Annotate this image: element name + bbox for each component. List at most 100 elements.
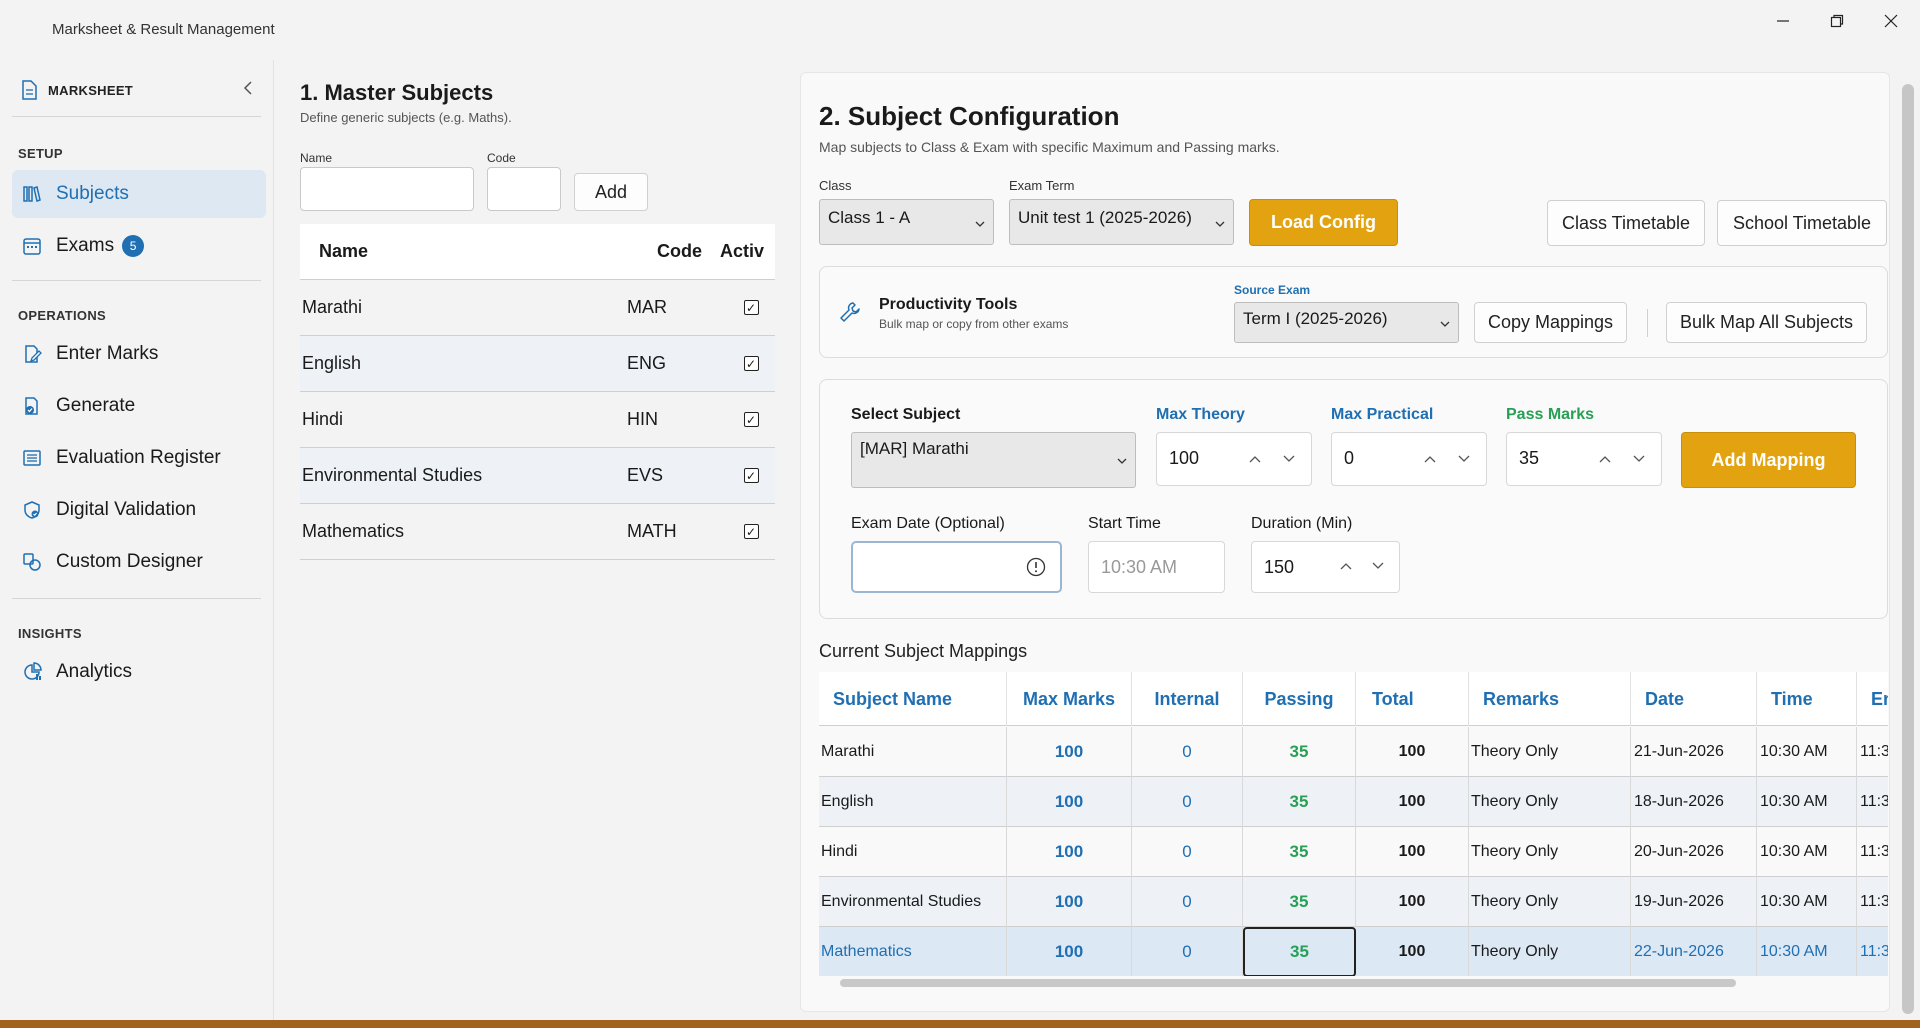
- pass-marks-input[interactable]: 35: [1506, 432, 1662, 486]
- load-config-button[interactable]: Load Config: [1249, 199, 1398, 246]
- cell-max-marks[interactable]: 100: [1007, 777, 1132, 827]
- master-subjects-title: 1. Master Subjects: [300, 80, 494, 105]
- select-subject-value: [MAR] Marathi: [860, 439, 969, 458]
- shield-check-icon: [22, 500, 42, 520]
- table-row[interactable]: Marathi 100 0 35 100 Theory Only 21-Jun-…: [819, 727, 1888, 777]
- cell-max-marks[interactable]: 100: [1007, 727, 1132, 777]
- active-checkbox[interactable]: ✓: [743, 468, 759, 483]
- subject-code-input[interactable]: [487, 167, 561, 211]
- start-time-input[interactable]: 10:30 AM: [1088, 541, 1225, 593]
- max-theory-input[interactable]: 100: [1156, 432, 1312, 486]
- minimize-button[interactable]: [1760, 6, 1806, 36]
- table-row[interactable]: English ENG ✓: [300, 336, 775, 392]
- divider: [12, 598, 261, 599]
- exam-date-input[interactable]: [851, 541, 1062, 593]
- sidebar-item-label: Evaluation Register: [56, 447, 221, 468]
- cell-time: 10:30 AM: [1757, 777, 1857, 827]
- cell-passing[interactable]: 35: [1243, 927, 1356, 976]
- sidebar-item-generate[interactable]: Generate: [12, 382, 266, 430]
- cell-internal[interactable]: 0: [1132, 727, 1243, 777]
- exam-term-select[interactable]: Unit test 1 (2025-2026): [1009, 199, 1234, 245]
- source-exam-select[interactable]: Term I (2025-2026): [1234, 302, 1459, 343]
- class-timetable-button[interactable]: Class Timetable: [1547, 200, 1705, 246]
- subject-name: English: [302, 353, 362, 373]
- subject-name: Marathi: [302, 297, 363, 317]
- chevron-up-icon[interactable]: [1340, 562, 1352, 570]
- section-insights: INSIGHTS: [18, 626, 82, 641]
- sidebar-item-digital-validation[interactable]: Digital Validation: [12, 486, 266, 534]
- column-date[interactable]: Date: [1631, 672, 1757, 726]
- column-subject-name[interactable]: Subject Name: [819, 672, 1007, 726]
- cell-max-marks[interactable]: 100: [1007, 827, 1132, 877]
- chevron-down-icon[interactable]: [1283, 455, 1295, 463]
- class-select[interactable]: Class 1 - A: [819, 199, 994, 245]
- tools-subtitle: Bulk map or copy from other exams: [879, 317, 1069, 331]
- cell-passing[interactable]: 35: [1243, 777, 1356, 827]
- cell-internal[interactable]: 0: [1132, 827, 1243, 877]
- cell-internal[interactable]: 0: [1132, 927, 1243, 976]
- horizontal-scrollbar[interactable]: [840, 979, 1736, 987]
- chevron-down-icon: [1440, 321, 1450, 327]
- table-row[interactable]: Environmental Studies EVS ✓: [300, 448, 775, 504]
- cell-passing[interactable]: 35: [1243, 827, 1356, 877]
- column-internal[interactable]: Internal: [1132, 672, 1243, 726]
- chevron-down-icon[interactable]: [1458, 455, 1470, 463]
- add-subject-button[interactable]: Add: [574, 173, 648, 211]
- cell-subject: Hindi: [819, 827, 1007, 877]
- table-row-selected[interactable]: Mathematics 100 0 35 100 Theory Only 22-…: [819, 927, 1888, 976]
- add-mapping-button[interactable]: Add Mapping: [1681, 432, 1856, 488]
- cell-internal[interactable]: 0: [1132, 777, 1243, 827]
- chevron-up-icon[interactable]: [1424, 455, 1436, 463]
- sidebar-item-subjects[interactable]: Subjects: [12, 170, 266, 218]
- subject-name-input[interactable]: [300, 167, 474, 211]
- table-row[interactable]: Hindi 100 0 35 100 Theory Only 20-Jun-20…: [819, 827, 1888, 877]
- sidebar-item-enter-marks[interactable]: Enter Marks: [12, 330, 266, 378]
- active-checkbox[interactable]: ✓: [743, 356, 759, 371]
- cell-internal[interactable]: 0: [1132, 877, 1243, 927]
- table-header: Subject Name Max Marks Internal Passing …: [819, 672, 1888, 726]
- chevron-left-icon[interactable]: [242, 80, 254, 96]
- max-practical-input[interactable]: 0: [1331, 432, 1487, 486]
- chevron-down-icon[interactable]: [1633, 455, 1645, 463]
- pass-marks-label: Pass Marks: [1506, 406, 1595, 423]
- chevron-down-icon[interactable]: [1372, 562, 1384, 570]
- column-max-marks[interactable]: Max Marks: [1007, 672, 1132, 726]
- cell-max-marks[interactable]: 100: [1007, 877, 1132, 927]
- column-remarks[interactable]: Remarks: [1469, 672, 1631, 726]
- active-checkbox[interactable]: ✓: [743, 300, 759, 315]
- table-row[interactable]: English 100 0 35 100 Theory Only 18-Jun-…: [819, 777, 1888, 827]
- duration-label: Duration (Min): [1251, 515, 1353, 532]
- close-button[interactable]: [1868, 6, 1914, 36]
- info-icon[interactable]: [1026, 557, 1046, 577]
- sidebar-item-label: Subjects: [56, 183, 129, 204]
- table-row[interactable]: Mathematics MATH ✓: [300, 504, 775, 560]
- chevron-up-icon[interactable]: [1599, 455, 1611, 463]
- column-passing[interactable]: Passing: [1243, 672, 1356, 726]
- bulk-map-button[interactable]: Bulk Map All Subjects: [1666, 302, 1867, 343]
- chevron-up-icon[interactable]: [1249, 455, 1261, 463]
- cell-max-marks[interactable]: 100: [1007, 927, 1132, 976]
- school-timetable-button[interactable]: School Timetable: [1717, 200, 1887, 246]
- active-checkbox[interactable]: ✓: [743, 524, 759, 539]
- sidebar-item-analytics[interactable]: Analytics: [12, 648, 266, 696]
- cell-passing[interactable]: 35: [1243, 727, 1356, 777]
- copy-mappings-button[interactable]: Copy Mappings: [1474, 302, 1627, 343]
- column-time[interactable]: Time: [1757, 672, 1857, 726]
- cell-passing[interactable]: 35: [1243, 877, 1356, 927]
- column-end[interactable]: En: [1857, 672, 1888, 726]
- sidebar-item-custom-designer[interactable]: Custom Designer: [12, 538, 266, 586]
- maximize-button[interactable]: [1814, 6, 1860, 36]
- active-checkbox[interactable]: ✓: [743, 412, 759, 427]
- column-code: Code: [657, 241, 702, 261]
- duration-input[interactable]: 150: [1251, 541, 1400, 593]
- subject-name: Environmental Studies: [302, 465, 483, 485]
- vertical-scrollbar[interactable]: [1902, 84, 1914, 1014]
- select-subject-dropdown[interactable]: [MAR] Marathi: [851, 432, 1136, 488]
- sidebar-item-exams[interactable]: Exams 5: [12, 222, 266, 270]
- column-total[interactable]: Total: [1356, 672, 1469, 726]
- table-row[interactable]: Hindi HIN ✓: [300, 392, 775, 448]
- table-row[interactable]: Marathi MAR ✓: [300, 280, 775, 336]
- cell-time: 10:30 AM: [1757, 727, 1857, 777]
- table-row[interactable]: Environmental Studies 100 0 35 100 Theor…: [819, 877, 1888, 927]
- sidebar-item-evaluation-register[interactable]: Evaluation Register: [12, 434, 266, 482]
